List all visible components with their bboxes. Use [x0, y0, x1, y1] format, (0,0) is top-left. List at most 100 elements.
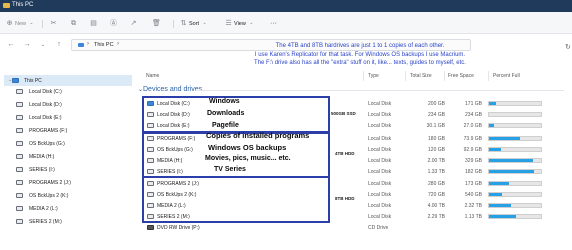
- refresh-icon[interactable]: ↻: [565, 43, 571, 51]
- folder-icon: [3, 3, 10, 8]
- recent-locations-button[interactable]: ⌄: [39, 41, 47, 49]
- view-button[interactable]: ☰ View ⌄: [225, 19, 255, 28]
- sidebar-item-label: Local Disk (D:): [29, 102, 62, 108]
- usage-bar-fill: [489, 204, 511, 207]
- navigation-pane: ⌄ This PC Local Disk (C:) Local Disk (D:…: [0, 70, 135, 250]
- column-header-type[interactable]: Type: [368, 73, 379, 79]
- up-button[interactable]: ↑: [55, 41, 63, 49]
- usage-bar-fill: [489, 148, 501, 151]
- paste-icon: ▤: [90, 20, 97, 27]
- usage-bar-fill: [489, 215, 516, 218]
- chevron-down-icon: ⌄: [249, 20, 254, 26]
- drive-icon: [16, 102, 23, 107]
- back-button[interactable]: ←: [7, 41, 15, 49]
- sidebar-item-os-bckups-2-k[interactable]: OS BckUps 2 (K:): [4, 190, 132, 201]
- new-label: New: [15, 20, 27, 27]
- column-header-name[interactable]: Name: [146, 73, 159, 79]
- new-icon: ⊕: [6, 20, 13, 27]
- drive-icon: [16, 154, 23, 159]
- share-icon: ↗: [130, 20, 137, 27]
- title-bar: This PC: [0, 0, 572, 12]
- share-button[interactable]: ↗: [130, 19, 137, 28]
- sidebar-item-label: PROGRAMS (F:): [29, 128, 68, 134]
- annotation-downloads: Downloads: [207, 110, 245, 117]
- sidebar-item-label: OS BckUps (G:): [29, 141, 65, 147]
- drive-free-space: 73.9 GB: [463, 136, 482, 142]
- trash-icon: 🗑: [152, 20, 161, 27]
- copy-button[interactable]: ⧉: [70, 19, 77, 28]
- rename-button[interactable]: Ⓐ: [110, 19, 117, 28]
- sidebar-item-programs-f[interactable]: PROGRAMS (F:): [4, 125, 132, 136]
- divider: [173, 20, 174, 28]
- breadcrumb-this-pc[interactable]: This PC: [94, 42, 114, 48]
- drive-icon: [16, 128, 23, 133]
- sidebar-item-label: Local Disk (C:): [29, 89, 62, 95]
- annotation-windows: Windows: [209, 98, 240, 105]
- drive-total-size: 2.00 TB: [427, 158, 445, 164]
- drive-icon: [16, 193, 23, 198]
- cut-button[interactable]: ✂: [50, 19, 57, 28]
- sidebar-item-this-pc[interactable]: ⌄ This PC: [4, 75, 132, 86]
- drive-icon: [16, 206, 23, 211]
- chevron-down-icon: ⌄: [202, 20, 207, 26]
- sidebar-item-os-bckups-g[interactable]: OS BckUps (G:): [4, 138, 132, 149]
- sidebar-item-local-disk-d[interactable]: Local Disk (D:): [4, 99, 132, 110]
- usage-bar: [488, 147, 542, 152]
- column-divider: [405, 71, 406, 81]
- forward-button[interactable]: →: [23, 41, 31, 49]
- column-divider: [363, 71, 364, 81]
- column-header-total-size[interactable]: Total Size: [410, 73, 432, 79]
- drive-total-size: 120 GB: [428, 147, 445, 153]
- usage-bar: [488, 214, 542, 219]
- command-bar: ⊕ New ⌄ ✂ ⧉ ▤ Ⓐ ↗ 🗑 ⇅ Sort ⌄ ☰ View ⌄ ··…: [0, 12, 572, 34]
- column-header-free-space[interactable]: Free Space: [448, 73, 474, 79]
- view-label: View: [234, 20, 246, 27]
- drive-total-size: 720 GB: [428, 192, 445, 198]
- usage-bar: [488, 192, 542, 197]
- usage-bar-fill: [489, 124, 495, 127]
- sidebar-item-series-2-m[interactable]: SERIES 2 (M:): [4, 216, 132, 227]
- usage-bar-fill: [489, 102, 497, 105]
- copy-icon: ⧉: [71, 20, 76, 27]
- drive-free-space: 2.32 TB: [464, 203, 482, 209]
- breadcrumb-separator-icon: ›: [87, 41, 89, 47]
- rename-icon: Ⓐ: [110, 20, 117, 27]
- sidebar-item-media-2-l[interactable]: MEDIA 2 (L:): [4, 203, 132, 214]
- sidebar-item-label: Local Disk (E:): [29, 115, 62, 121]
- drive-type: Local Disk: [368, 112, 392, 118]
- usage-bar: [488, 136, 542, 141]
- delete-button[interactable]: 🗑: [152, 19, 161, 28]
- dvd-drive-icon: [147, 225, 154, 230]
- sidebar-item-label: SERIES (I:): [29, 167, 55, 173]
- group-header-devices-and-drives[interactable]: Devices and drives: [143, 86, 202, 93]
- usage-bar: [488, 203, 542, 208]
- drive-free-space: 1.13 TB: [464, 214, 482, 220]
- column-header-percent-full[interactable]: Percent Full: [493, 73, 520, 79]
- usage-bar-fill: [489, 137, 520, 140]
- sidebar-item-local-disk-e[interactable]: Local Disk (E:): [4, 112, 132, 123]
- drive-icon: [16, 167, 23, 172]
- annotation-note: The 4TB and 8TB hardrives are just 1 to …: [190, 42, 530, 68]
- drive-total-size: 1.33 TB: [427, 169, 445, 175]
- paste-button[interactable]: ▤: [90, 19, 97, 28]
- divider: [42, 20, 43, 28]
- chevron-down-icon: ⌄: [29, 20, 34, 26]
- drive-type: Local Disk: [368, 192, 392, 198]
- usage-bar-fill: [489, 170, 535, 173]
- sort-button[interactable]: ⇅ Sort ⌄: [180, 19, 208, 28]
- sidebar-item-programs-2-j[interactable]: PROGRAMS 2 (J:): [4, 177, 132, 188]
- annotation-note-line: I use Karen's Replicator for that task. …: [254, 51, 466, 58]
- drive-icon: [16, 219, 23, 224]
- view-icon: ☰: [225, 20, 232, 27]
- sidebar-item-series-i[interactable]: SERIES (I:): [4, 164, 132, 175]
- drive-icon: [16, 115, 23, 120]
- sidebar-item-local-disk-c[interactable]: Local Disk (C:): [4, 86, 132, 97]
- sidebar-item-media-h[interactable]: MEDIA (H:): [4, 151, 132, 162]
- sidebar-item-label: This PC: [24, 78, 42, 84]
- drive-type: Local Disk: [368, 158, 392, 164]
- sidebar-item-label: OS BckUps 2 (K:): [29, 193, 69, 199]
- drive-row-p[interactable]: DVD RW Drive (P:) CD Drive: [143, 222, 568, 233]
- more-button[interactable]: ···: [270, 19, 277, 28]
- drive-total-size: 2.29 TB: [427, 214, 445, 220]
- new-button[interactable]: ⊕ New ⌄: [6, 19, 35, 28]
